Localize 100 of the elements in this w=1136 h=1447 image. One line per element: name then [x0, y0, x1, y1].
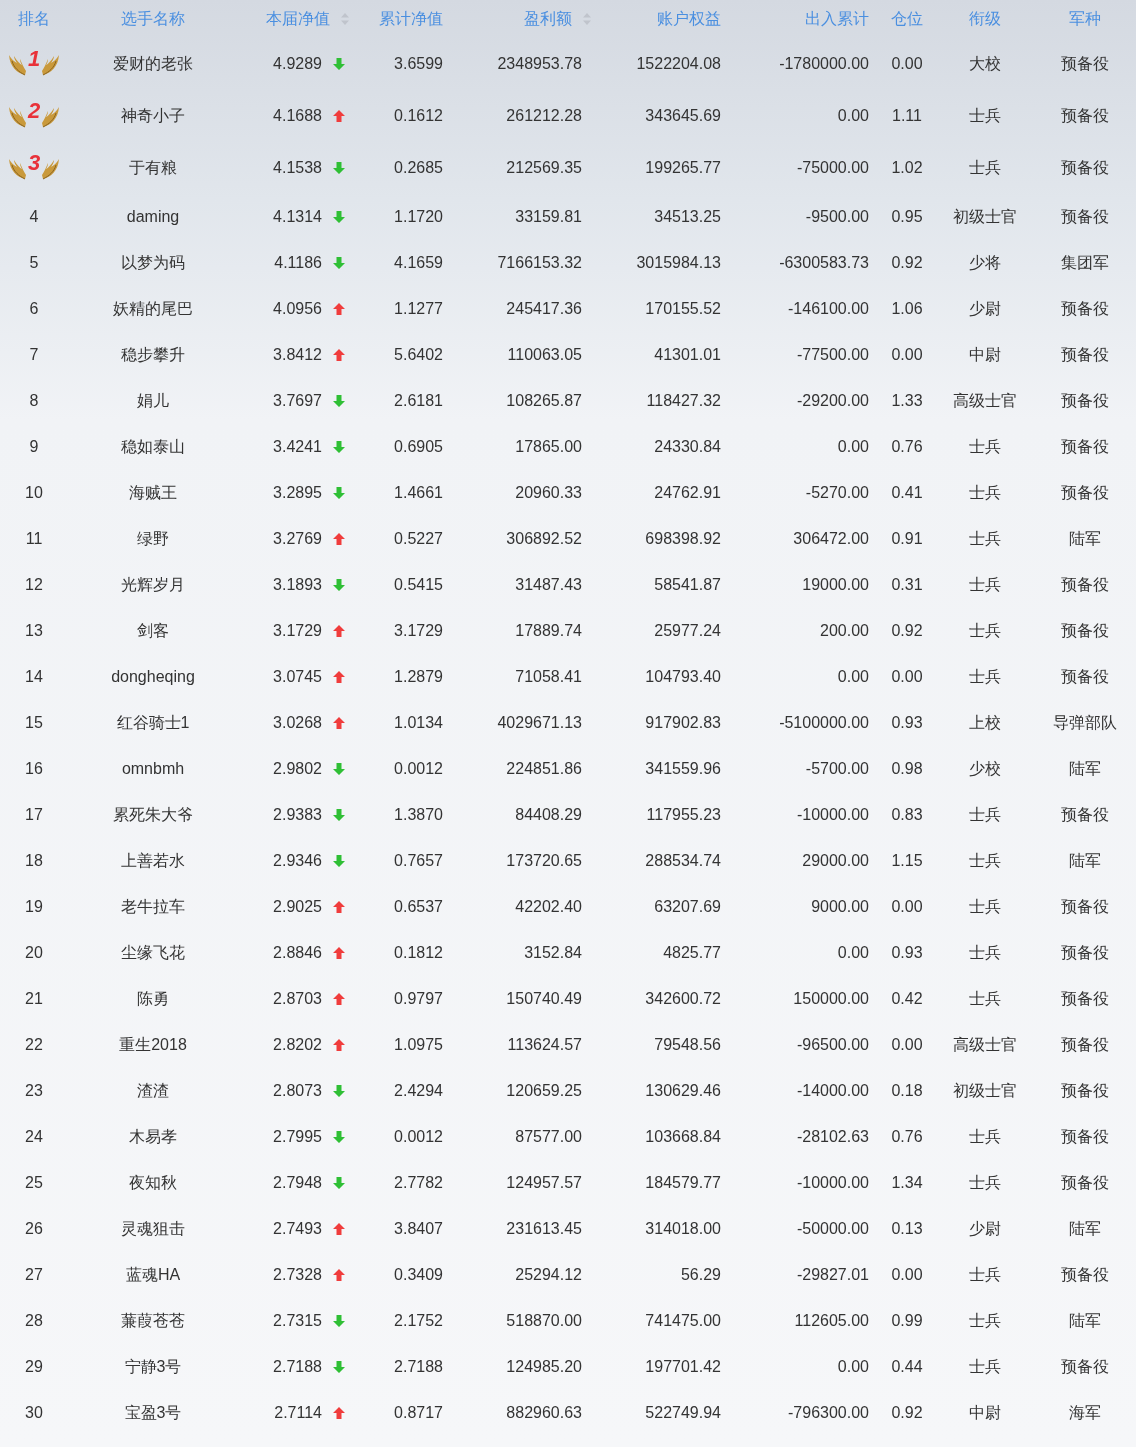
table-cell-text: 集团军: [1061, 253, 1109, 273]
player-name: 上善若水: [121, 851, 185, 871]
table-cell-text: 少尉: [968, 1219, 1001, 1239]
table-cell-text: -28102.63: [796, 1127, 869, 1147]
table-cell-text: 522749.94: [645, 1403, 721, 1423]
table-cell-text: 1.1277: [394, 299, 443, 319]
table-cell-text: 5.6402: [394, 345, 443, 365]
player-name: 灵魂狙击: [121, 1219, 185, 1239]
column-header: 选手名称: [121, 9, 185, 29]
table-cell-text: 士兵: [968, 989, 1001, 1009]
rank-number: 16: [25, 759, 43, 779]
table-cell-text: 4825.77: [663, 943, 721, 963]
table-cell-text: 大校: [968, 54, 1001, 74]
table-cell-text: 112605.00: [794, 1311, 869, 1331]
player-name: 宝盈3号: [124, 1403, 182, 1423]
table-cell-text: 4029671.13: [497, 713, 582, 733]
table-cell-text: 士兵: [968, 1265, 1001, 1285]
table-cell-text: 170155.52: [645, 299, 721, 319]
table-cell-text: 1.34: [891, 1173, 923, 1193]
table-cell-text: 士兵: [968, 106, 1001, 126]
table-cell-text: 0.7657: [394, 851, 443, 871]
table-cell-text: 海军: [1069, 1403, 1101, 1423]
table-cell-text: 上校: [968, 713, 1001, 733]
table-cell-text: 0.92: [891, 253, 923, 273]
table-cell-text: 3015984.13: [636, 253, 721, 273]
table-cell-text: 1522204.08: [636, 54, 721, 74]
table-cell-text: 25294.12: [515, 1265, 582, 1285]
table-cell-text: -96500.00: [796, 1035, 869, 1055]
table-cell-text: 1.15: [891, 851, 923, 871]
table-cell-text: 初级士官: [952, 207, 1017, 227]
table-cell-text: 306892.52: [506, 529, 582, 549]
rank-number: 29: [25, 1357, 43, 1377]
player-name: 渣渣: [137, 1081, 169, 1101]
table-cell-text: 1.3870: [394, 805, 443, 825]
table-cell-text: 士兵: [968, 943, 1001, 963]
table-cell-text: 预备役: [1061, 158, 1109, 178]
column-header[interactable]: 本届净值: [266, 7, 330, 31]
table-cell-text: 341559.96: [645, 759, 721, 779]
table-cell-text: 3.6599: [394, 54, 443, 74]
rank-number: 2: [27, 100, 41, 122]
player-name: 木易孝: [129, 1127, 177, 1147]
table-cell-text: 0.83: [891, 805, 923, 825]
column-header: 账户权益: [657, 9, 721, 29]
rank-number: 18: [25, 851, 43, 871]
table-cell-text: 17865.00: [515, 437, 582, 457]
table-cell-text: 0.8717: [394, 1403, 443, 1423]
table-cell-text: 231613.45: [506, 1219, 582, 1239]
player-name: 爱财的老张: [113, 54, 193, 74]
player-name: 光辉岁月: [121, 575, 185, 595]
table-cell-text: 初级士官: [952, 1081, 1017, 1101]
table-cell-text: 3.1893: [273, 575, 322, 595]
rank-number: 10: [25, 483, 43, 503]
table-cell-text: 0.31: [891, 575, 923, 595]
table-cell-text: 0.95: [891, 207, 923, 227]
table-cell-text: 342600.72: [645, 989, 721, 1009]
rank-number: 30: [25, 1403, 43, 1423]
rank-number: 28: [25, 1311, 43, 1331]
table-cell-text: 0.00: [837, 437, 869, 457]
player-name: 以梦为码: [121, 253, 185, 273]
table-cell-text: 士兵: [968, 483, 1001, 503]
player-name: dongheqing: [111, 667, 195, 687]
column-header[interactable]: 盈利额: [524, 7, 572, 31]
table-cell-text: 陆军: [1069, 1311, 1101, 1331]
table-cell-text: 4.1688: [273, 106, 322, 126]
table-cell-text: 1.06: [891, 299, 923, 319]
table-cell-text: 0.00: [891, 345, 923, 365]
table-cell-text: 150740.49: [506, 989, 582, 1009]
player-name: 绿野: [137, 529, 169, 549]
table-cell-text: 1.0134: [394, 713, 443, 733]
player-name: 老牛拉车: [121, 897, 185, 917]
table-cell-text: 预备役: [1061, 621, 1109, 641]
table-cell-text: 4.0956: [273, 299, 322, 319]
table-cell-text: 高级士官: [952, 391, 1017, 411]
table-cell-text: 0.92: [891, 621, 923, 641]
table-cell-text: 士兵: [968, 667, 1001, 687]
table-cell-text: -10000.00: [796, 1173, 869, 1193]
table-cell-text: 2.7493: [273, 1219, 322, 1239]
rank-number: 22: [25, 1035, 43, 1055]
table-cell-text: 预备役: [1061, 575, 1109, 595]
player-name: 稳步攀升: [121, 345, 185, 365]
player-name: 夜知秋: [129, 1173, 177, 1193]
table-cell-text: 306472.00: [793, 529, 869, 549]
table-cell-text: 高级士官: [952, 1035, 1017, 1055]
table-cell-text: 0.18: [891, 1081, 923, 1101]
rank-number: 21: [25, 989, 43, 1009]
player-name: 神奇小子: [121, 106, 185, 126]
column-header: 累计净值: [379, 9, 443, 29]
table-cell-text: 士兵: [968, 897, 1001, 917]
table-cell-text: -10000.00: [796, 805, 869, 825]
table-cell-text: 2.6181: [394, 391, 443, 411]
table-cell-text: 31487.43: [515, 575, 582, 595]
table-cell-text: 2.7114: [274, 1403, 322, 1423]
rank-number: 19: [25, 897, 43, 917]
table-cell-text: 2.8073: [273, 1081, 322, 1101]
player-name: 蒹葭苍苍: [121, 1311, 185, 1331]
table-cell-text: 24330.84: [654, 437, 721, 457]
table-cell-text: 预备役: [1061, 1265, 1109, 1285]
table-cell-text: 19000.00: [802, 575, 869, 595]
table-cell-text: -146100.00: [788, 299, 869, 319]
table-cell-text: 3.0745: [273, 667, 322, 687]
